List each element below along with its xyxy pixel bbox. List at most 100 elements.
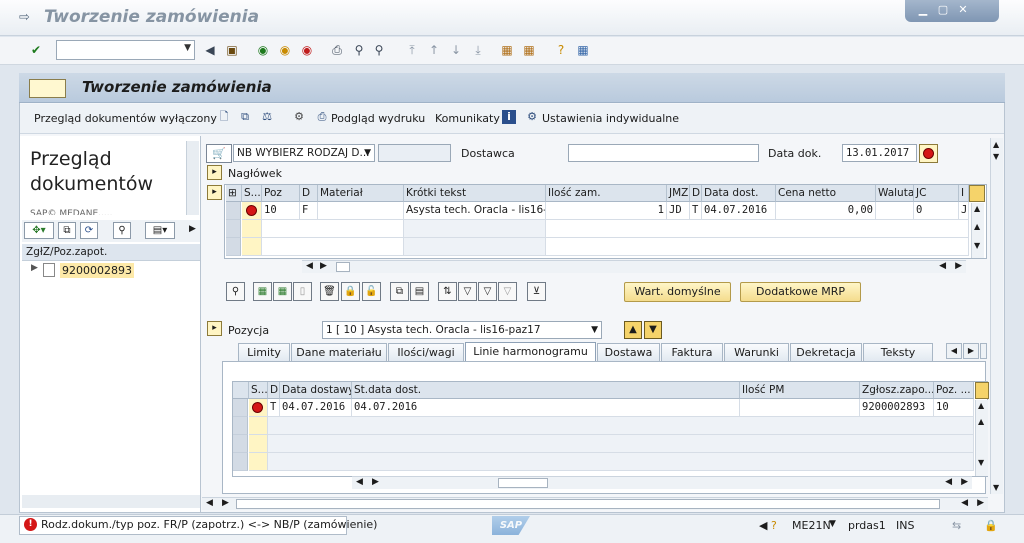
personal-settings-button[interactable]: Ustawienia indywidualne xyxy=(542,112,679,125)
empty-cell[interactable] xyxy=(268,453,974,471)
scroll-left-icon[interactable]: ◀ xyxy=(945,477,952,487)
scroll-left-icon[interactable]: ◀ xyxy=(939,261,946,271)
grid-select-all-icon[interactable] xyxy=(233,382,249,399)
tree-item[interactable]: 9200002893 xyxy=(60,263,134,278)
chevron-down-icon[interactable]: ▼ xyxy=(184,43,191,53)
column-config-icon[interactable] xyxy=(975,382,989,399)
qty-cell[interactable]: 1 xyxy=(546,202,667,220)
save-icon[interactable]: ▣ xyxy=(224,42,240,58)
chevron-down-icon[interactable]: ▼ xyxy=(591,322,598,338)
position-select[interactable]: 1 [ 10 ] Asysta tech. Oracla - lis16-paz… xyxy=(322,321,602,339)
command-field[interactable]: ▼ xyxy=(56,40,195,60)
sched-qty-cell[interactable] xyxy=(740,399,860,417)
scroll-down-icon[interactable]: ▼ xyxy=(974,241,980,250)
doc-type-select[interactable]: NB WYBIERZ RODZAJ D... ▼ xyxy=(233,144,375,162)
item-category-cell[interactable]: F xyxy=(300,202,318,220)
tab-limits[interactable]: Limity xyxy=(238,343,290,361)
scroll-thumb[interactable] xyxy=(498,478,548,488)
other-document-icon[interactable]: ⧉ xyxy=(238,110,252,124)
more-cell[interactable]: JI xyxy=(959,202,969,220)
col-header-qty[interactable]: Ilość zam. xyxy=(546,185,667,202)
schedule-grid-vscroll[interactable]: ▲ ▲ ▼ xyxy=(975,400,988,476)
details-icon[interactable]: ⚲ xyxy=(226,282,245,301)
empty-cell[interactable] xyxy=(404,238,546,256)
sort-icon[interactable]: ⇅ xyxy=(438,282,457,301)
row-selector[interactable] xyxy=(226,202,241,220)
scroll-up-icon[interactable]: ▲ xyxy=(993,140,999,149)
scroll-right-icon[interactable]: ▶ xyxy=(955,261,962,271)
tab-list-icon[interactable] xyxy=(980,343,987,359)
copy-lines-icon[interactable]: ⧉ xyxy=(390,282,409,301)
sched-requisition-cell[interactable]: 9200002893 xyxy=(860,399,934,417)
empty-cell[interactable] xyxy=(262,220,404,238)
scroll-right-icon[interactable]: ▶ xyxy=(961,477,968,487)
doc-date-input[interactable]: 13.01.2017 xyxy=(842,144,917,162)
app-menu-icon[interactable] xyxy=(29,79,66,98)
col-header-short-text[interactable]: Krótki tekst xyxy=(404,185,546,202)
item-status-cell[interactable] xyxy=(242,238,262,256)
schedule-grid-hscroll[interactable]: ◀ ▶ ◀ ▶ xyxy=(352,476,972,489)
tree-expand-icon[interactable]: ▶ xyxy=(31,263,38,273)
row-selector[interactable] xyxy=(226,238,241,256)
sched-date-cat-cell[interactable]: T xyxy=(268,399,280,417)
chevron-down-icon[interactable]: ▼ xyxy=(364,145,371,161)
lock-icon[interactable]: 🔒 xyxy=(341,282,360,301)
filter-set-icon[interactable]: ▽ xyxy=(478,282,497,301)
minimize-icon[interactable]: ▁ xyxy=(915,3,931,17)
schedule-status-cell[interactable] xyxy=(249,453,268,471)
items-grid-hscroll[interactable]: ◀ ▶ ◀ ▶ xyxy=(302,260,966,273)
grid-select-all-icon[interactable]: ⊞ xyxy=(226,185,242,202)
tab-scroll-right-icon[interactable]: ▶ xyxy=(963,343,979,359)
tab-invoice[interactable]: Faktura xyxy=(661,343,723,361)
currency-cell[interactable] xyxy=(876,202,914,220)
additional-mrp-button[interactable]: Dodatkowe MRP xyxy=(740,282,861,302)
delivery-date-cell[interactable]: 04.07.2016 xyxy=(702,202,776,220)
expand-header-icon[interactable]: ▸ xyxy=(207,165,222,180)
previous-page-icon[interactable]: ↑ xyxy=(426,42,442,58)
scroll-left-icon[interactable]: ◀ xyxy=(961,498,968,508)
sched-col-header-item[interactable]: Poz. ... xyxy=(934,382,974,399)
tab-scroll-left-icon[interactable]: ◀ xyxy=(946,343,962,359)
net-price-cell[interactable]: 0,00 xyxy=(776,202,876,220)
window-menu-icon[interactable]: ⇨ xyxy=(19,11,33,24)
info-icon[interactable]: i xyxy=(502,110,516,124)
main-hscroll[interactable]: ◀ ▶ ◀ ▶ xyxy=(202,497,988,510)
col-header-more[interactable]: I xyxy=(959,185,969,202)
scroll-up-icon[interactable]: ▲ xyxy=(978,417,984,426)
sched-col-header-qty[interactable]: Ilość PM xyxy=(740,382,860,399)
item-number-cell[interactable]: 10 xyxy=(262,202,300,220)
scroll-left-icon[interactable]: ◀ xyxy=(306,261,313,271)
scroll-down-icon[interactable]: ▼ xyxy=(993,152,999,161)
settings-icon[interactable]: ⚙ xyxy=(525,110,539,124)
empty-cell[interactable] xyxy=(546,220,969,238)
sched-col-header-date-cat[interactable]: D xyxy=(268,382,280,399)
item-status-cell[interactable] xyxy=(242,202,262,220)
scroll-right-icon[interactable]: ▶ xyxy=(372,477,379,487)
scroll-left-icon[interactable]: ◀ xyxy=(356,477,363,487)
sched-col-header-status[interactable]: S... xyxy=(249,382,268,399)
col-header-status[interactable]: S... xyxy=(242,185,262,202)
col-header-category[interactable]: D xyxy=(300,185,318,202)
default-values-button[interactable]: Wart. domyślne xyxy=(624,282,731,302)
sched-col-header-delivery-date[interactable]: Data dostawy xyxy=(280,382,352,399)
cart-icon[interactable]: 🛒 xyxy=(206,144,232,163)
item-status-cell[interactable] xyxy=(242,220,262,238)
row-selector[interactable] xyxy=(233,417,248,435)
tab-schedule-lines[interactable]: Linie harmonogramu xyxy=(465,342,596,361)
empty-cell[interactable] xyxy=(268,417,974,435)
schedule-status-cell[interactable] xyxy=(249,399,268,417)
tab-account-assignment[interactable]: Dekretacja xyxy=(790,343,862,361)
scroll-up-icon[interactable]: ▲ xyxy=(974,222,980,231)
col-header-uom[interactable]: JMZ xyxy=(667,185,690,202)
status-toggle-icon[interactable]: ◀ xyxy=(759,519,767,532)
first-page-icon[interactable]: ⤒ xyxy=(404,42,420,58)
row-selector[interactable] xyxy=(233,399,248,417)
help-icon[interactable]: ? xyxy=(771,519,777,532)
col-header-material[interactable]: Materiał xyxy=(318,185,404,202)
print-icon[interactable]: ⎙ xyxy=(329,42,345,58)
hold-icon[interactable]: ⚖ xyxy=(260,110,274,124)
new-document-icon[interactable]: 🗋 xyxy=(217,110,231,124)
sched-col-header-stat-date[interactable]: St.data dost. xyxy=(352,382,740,399)
selection-variant-icon[interactable]: ✥▾ xyxy=(24,222,54,239)
find-icon[interactable]: ⚲ xyxy=(351,42,367,58)
